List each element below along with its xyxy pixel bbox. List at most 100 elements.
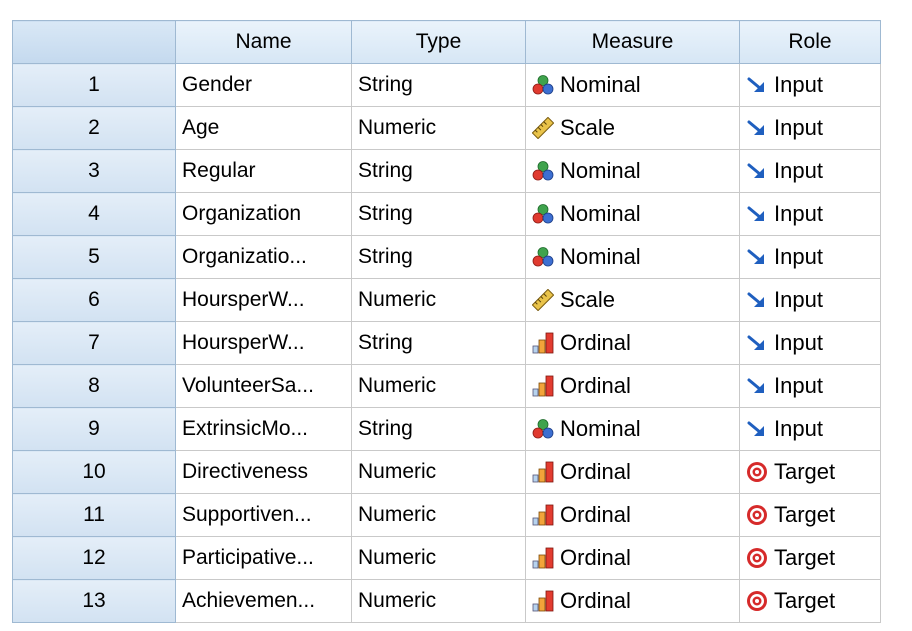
variable-type-cell[interactable]: String [351,192,526,236]
variable-type-cell[interactable]: Numeric [351,278,526,322]
variable-name-cell[interactable]: Participative... [175,536,352,580]
variable-type-cell[interactable]: String [351,321,526,365]
table-row[interactable]: 3 Regular String Nominal Input [12,149,881,193]
variable-type-cell[interactable]: Numeric [351,579,526,623]
variable-name-cell[interactable]: VolunteerSa... [175,364,352,408]
row-number[interactable]: 13 [12,579,176,623]
row-number[interactable]: 12 [12,536,176,580]
ordinal-bars-icon [532,375,554,397]
role-cell[interactable]: Target [739,450,881,494]
corner-cell[interactable] [12,20,176,64]
table-row[interactable]: 9 ExtrinsicMo... String Nominal Input [12,407,881,451]
variable-type-cell[interactable]: Numeric [351,493,526,537]
row-number[interactable]: 3 [12,149,176,193]
role-cell[interactable]: Input [739,106,881,150]
measure-cell[interactable]: Scale [525,106,740,150]
row-number[interactable]: 8 [12,364,176,408]
measure-cell[interactable]: Ordinal [525,364,740,408]
measure-cell[interactable]: Ordinal [525,493,740,537]
measure-label: Nominal [560,416,641,441]
variable-type-cell[interactable]: Numeric [351,364,526,408]
table-row[interactable]: 12 Participative... Numeric Ordinal Target [12,536,881,580]
role-cell[interactable]: Input [739,278,881,322]
row-number[interactable]: 5 [12,235,176,279]
role-cell[interactable]: Input [739,235,881,279]
variable-name-cell[interactable]: Organization [175,192,352,236]
variable-name-cell[interactable]: HoursperW... [175,321,352,365]
role-cell[interactable]: Input [739,192,881,236]
role-label: Target [774,588,836,613]
variable-type-cell[interactable]: Numeric [351,106,526,150]
row-number[interactable]: 1 [12,63,176,107]
table-row[interactable]: 10 Directiveness Numeric Ordinal Target [12,450,881,494]
variable-name-cell[interactable]: Organizatio... [175,235,352,279]
measure-label: Nominal [560,72,641,97]
table-row[interactable]: 1 Gender String Nominal Input [12,63,881,107]
measure-cell[interactable]: Nominal [525,63,740,107]
ordinal-bars-icon [532,547,554,569]
measure-label: Ordinal [560,502,631,527]
variable-type-cell[interactable]: String [351,149,526,193]
measure-cell[interactable]: Ordinal [525,321,740,365]
column-header-name[interactable]: Name [175,20,352,64]
role-cell[interactable]: Input [739,364,881,408]
measure-cell[interactable]: Nominal [525,407,740,451]
role-label: Input [774,416,823,441]
table-row[interactable]: 4 Organization String Nominal Input [12,192,881,236]
variable-name-cell[interactable]: Gender [175,63,352,107]
variable-name-cell[interactable]: Achievemen... [175,579,352,623]
measure-cell[interactable]: Nominal [525,235,740,279]
variable-type-cell[interactable]: String [351,407,526,451]
role-cell[interactable]: Target [739,536,881,580]
input-arrow-icon [746,117,768,139]
ordinal-bars-icon [532,461,554,483]
row-number[interactable]: 11 [12,493,176,537]
variable-name-cell[interactable]: Age [175,106,352,150]
variable-name-cell[interactable]: Supportiven... [175,493,352,537]
role-cell[interactable]: Input [739,149,881,193]
measure-cell[interactable]: Nominal [525,192,740,236]
input-arrow-icon [746,418,768,440]
column-header-type[interactable]: Type [351,20,526,64]
measure-cell[interactable]: Nominal [525,149,740,193]
table-row[interactable]: 8 VolunteerSa... Numeric Ordinal Input [12,364,881,408]
measure-cell[interactable]: Ordinal [525,536,740,580]
role-cell[interactable]: Input [739,63,881,107]
variable-type-cell[interactable]: Numeric [351,536,526,580]
table-row[interactable]: 5 Organizatio... String Nominal Input [12,235,881,279]
row-number[interactable]: 4 [12,192,176,236]
role-cell[interactable]: Input [739,407,881,451]
variable-type-cell[interactable]: Numeric [351,450,526,494]
variable-type-cell[interactable]: String [351,63,526,107]
variable-name-cell[interactable]: HoursperW... [175,278,352,322]
table-row[interactable]: 7 HoursperW... String Ordinal Input [12,321,881,365]
table-row[interactable]: 11 Supportiven... Numeric Ordinal Target [12,493,881,537]
row-number[interactable]: 2 [12,106,176,150]
measure-cell[interactable]: Ordinal [525,579,740,623]
target-icon [746,590,768,612]
role-cell[interactable]: Input [739,321,881,365]
role-cell[interactable]: Target [739,579,881,623]
ordinal-bars-icon [532,332,554,354]
variable-type-cell[interactable]: String [351,235,526,279]
variable-name-cell[interactable]: Directiveness [175,450,352,494]
scale-ruler-icon [531,116,555,140]
measure-label: Ordinal [560,459,631,484]
column-header-role[interactable]: Role [739,20,881,64]
column-header-measure[interactable]: Measure [525,20,740,64]
measure-label: Nominal [560,158,641,183]
variable-name-cell[interactable]: ExtrinsicMo... [175,407,352,451]
table-row[interactable]: 13 Achievemen... Numeric Ordinal Target [12,579,881,623]
role-label: Input [774,244,823,269]
row-number[interactable]: 7 [12,321,176,365]
variable-name-cell[interactable]: Regular [175,149,352,193]
measure-cell[interactable]: Scale [525,278,740,322]
measure-cell[interactable]: Ordinal [525,450,740,494]
row-number[interactable]: 9 [12,407,176,451]
role-label: Input [774,330,823,355]
table-row[interactable]: 6 HoursperW... Numeric Scale Input [12,278,881,322]
row-number[interactable]: 10 [12,450,176,494]
role-cell[interactable]: Target [739,493,881,537]
table-row[interactable]: 2 Age Numeric Scale Input [12,106,881,150]
row-number[interactable]: 6 [12,278,176,322]
